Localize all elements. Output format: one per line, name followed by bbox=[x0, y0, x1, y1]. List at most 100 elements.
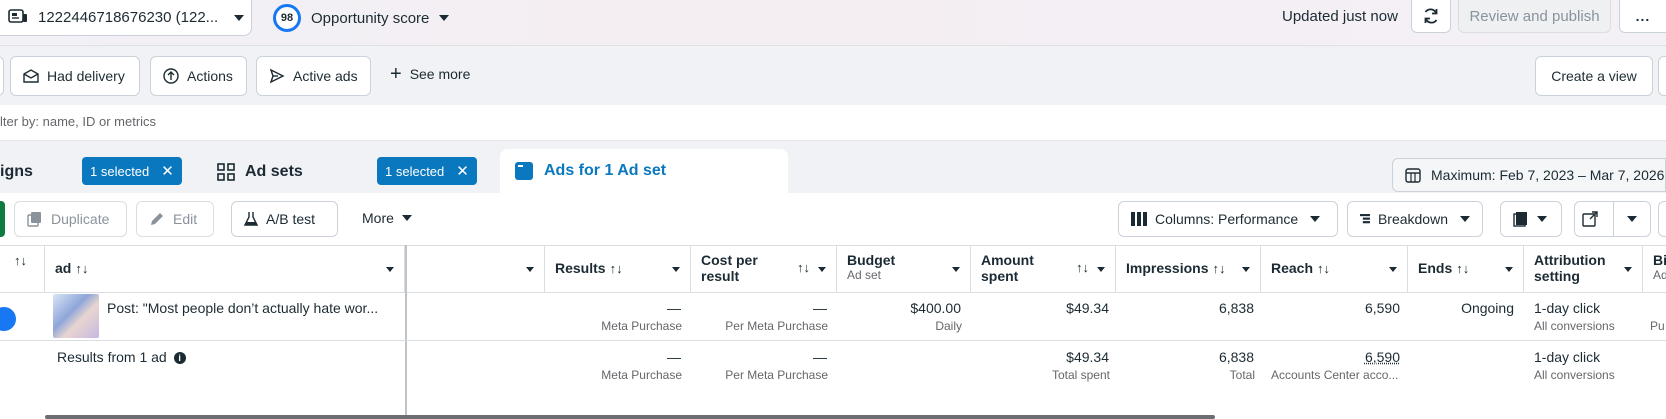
close-icon[interactable]: ✕ bbox=[456, 162, 469, 180]
actions-filter[interactable]: Actions bbox=[150, 56, 247, 96]
campaigns-selected-chip[interactable]: 1 selected ✕ bbox=[82, 157, 182, 185]
header-cost-per-result[interactable]: Cost per result ↑↓ bbox=[691, 245, 837, 293]
sort-icon: ↑↓ bbox=[14, 253, 27, 268]
header-results[interactable]: Results ↑↓ bbox=[545, 245, 691, 293]
date-range-picker[interactable]: Maximum: Feb 7, 2023 – Mar 7, 2026 bbox=[1392, 158, 1666, 192]
header-reach[interactable]: Reach ↑↓ bbox=[1261, 245, 1408, 293]
chip-label: 1 selected bbox=[385, 163, 445, 179]
more-label: More bbox=[362, 210, 394, 226]
header-bid-sub: Ad bbox=[1653, 268, 1666, 282]
row-impressions: 6,838 bbox=[1218, 300, 1254, 316]
adsets-selected-chip[interactable]: 1 selected ✕ bbox=[377, 157, 477, 185]
filter-edge-right[interactable] bbox=[1658, 56, 1666, 96]
edit-button[interactable]: Edit bbox=[136, 201, 214, 237]
summary-impressions-sub: Total bbox=[1229, 368, 1255, 382]
row-budget[interactable]: $400.00 bbox=[837, 300, 961, 316]
refresh-button[interactable] bbox=[1411, 0, 1451, 33]
updated-status: Updated just now bbox=[1282, 8, 1398, 25]
info-icon[interactable]: i bbox=[173, 352, 186, 365]
summary-reach[interactable]: 6,590 bbox=[1261, 349, 1400, 365]
create-view-button[interactable]: Create a view bbox=[1535, 56, 1653, 96]
chevron-down-icon bbox=[1389, 267, 1397, 272]
toolbar-edge-button[interactable] bbox=[1658, 201, 1666, 237]
duplicate-button[interactable]: Duplicate bbox=[14, 201, 127, 237]
row-bid-sub: Pu bbox=[1650, 319, 1665, 333]
envelope-icon bbox=[23, 69, 39, 83]
create-button-edge[interactable] bbox=[0, 201, 5, 237]
filter-search-bar[interactable]: lter by: name, ID or metrics bbox=[0, 105, 1666, 141]
ad-thumbnail[interactable] bbox=[53, 294, 99, 338]
header-reach-label: Reach bbox=[1271, 260, 1314, 276]
chevron-down-icon bbox=[386, 267, 394, 272]
sort-icon: ↑↓ bbox=[609, 261, 623, 276]
chevron-down-icon bbox=[401, 215, 412, 221]
header-attribution-label-2: setting bbox=[1534, 268, 1580, 284]
columns-button[interactable]: Columns: Performance bbox=[1118, 201, 1338, 237]
see-more-label: See more bbox=[409, 66, 471, 82]
search-input[interactable]: lter by: name, ID or metrics bbox=[0, 114, 156, 129]
pencil-icon bbox=[151, 213, 163, 225]
tab-ad-sets-label: Ad sets bbox=[245, 163, 303, 180]
sort-icon: ↑↓ bbox=[797, 260, 810, 275]
chevron-down-icon bbox=[1242, 267, 1250, 272]
active-ads-label: Active ads bbox=[293, 68, 358, 84]
duplicate-icon bbox=[27, 212, 41, 227]
more-button[interactable]: More bbox=[362, 210, 412, 226]
chevron-down-icon bbox=[1537, 216, 1547, 222]
review-and-publish-button[interactable]: Review and publish bbox=[1458, 0, 1611, 33]
tab-ads[interactable]: Ads for 1 Ad set bbox=[500, 149, 788, 193]
chevron-down-icon bbox=[234, 14, 245, 21]
row-spent: $49.34 bbox=[1066, 300, 1109, 316]
more-options-button[interactable]: ... bbox=[1619, 0, 1666, 33]
share-icon bbox=[1575, 202, 1615, 236]
breakdown-button[interactable]: Breakdown bbox=[1347, 201, 1483, 237]
chevron-down-icon bbox=[526, 267, 534, 272]
export-button[interactable] bbox=[1574, 201, 1651, 237]
horizontal-scrollbar[interactable] bbox=[45, 415, 1215, 419]
header-bid[interactable]: Bi Ad bbox=[1643, 245, 1666, 293]
chevron-down-icon bbox=[672, 267, 680, 272]
filter-edge-button[interactable] bbox=[0, 56, 4, 96]
header-ad-label: ad bbox=[55, 260, 72, 276]
header-ad-name[interactable]: ad ↑↓ bbox=[45, 245, 405, 293]
header-ends[interactable]: Ends ↑↓ bbox=[1408, 245, 1524, 293]
chevron-down-icon bbox=[1505, 267, 1513, 272]
tab-ad-sets[interactable]: Ad sets bbox=[217, 151, 303, 193]
row-reach: 6,590 bbox=[1364, 300, 1400, 316]
active-ads-filter[interactable]: Active ads bbox=[256, 56, 371, 96]
header-delivery[interactable] bbox=[405, 245, 545, 293]
see-more-button[interactable]: + See more bbox=[390, 64, 471, 84]
header-budget-label: Budget bbox=[847, 252, 896, 268]
header-amount-spent[interactable]: Amount spent ↑↓ bbox=[971, 245, 1116, 293]
report-icon bbox=[1513, 212, 1527, 227]
row-attribution-sub: All conversions bbox=[1534, 319, 1615, 333]
header-sort-col[interactable]: ↑↓ bbox=[0, 245, 45, 293]
filter-row: Had delivery Actions Active ads Create a… bbox=[0, 46, 1666, 105]
header-impressions[interactable]: Impressions ↑↓ bbox=[1116, 245, 1261, 293]
summary-reach-sub: Accounts Center acco... bbox=[1271, 368, 1399, 382]
chevron-down-icon bbox=[1310, 216, 1321, 222]
ad-icon bbox=[515, 162, 533, 180]
sort-icon: ↑↓ bbox=[75, 261, 89, 276]
ad-name-link[interactable]: Post: "Most people don’t actually hate w… bbox=[107, 300, 378, 316]
reports-button[interactable] bbox=[1500, 201, 1562, 237]
header-budget[interactable]: Budget Ad set bbox=[837, 245, 971, 293]
refresh-icon bbox=[1424, 8, 1438, 24]
chevron-down-icon bbox=[1097, 267, 1105, 272]
close-icon[interactable]: ✕ bbox=[161, 162, 174, 180]
summary-cost-sub: Per Meta Purchase bbox=[725, 368, 828, 382]
summary-cost: — bbox=[813, 349, 827, 365]
flask-icon bbox=[244, 212, 258, 226]
had-delivery-filter[interactable]: Had delivery bbox=[10, 56, 140, 96]
sort-icon: ↑↓ bbox=[1317, 261, 1331, 276]
chip-label: 1 selected bbox=[90, 163, 150, 179]
opportunity-score-button[interactable]: 98 Opportunity score bbox=[273, 4, 450, 32]
header-attribution[interactable]: Attribution setting bbox=[1524, 245, 1643, 293]
account-selector[interactable]: 1222446718676230 (122... bbox=[0, 0, 252, 36]
account-icon bbox=[8, 8, 28, 27]
edit-label: Edit bbox=[173, 211, 198, 227]
tab-campaigns[interactable]: igns bbox=[0, 151, 33, 193]
ab-test-button[interactable]: A/B test bbox=[231, 201, 338, 237]
row-attribution: 1-day click bbox=[1534, 300, 1601, 316]
breakdown-icon bbox=[1360, 214, 1370, 224]
